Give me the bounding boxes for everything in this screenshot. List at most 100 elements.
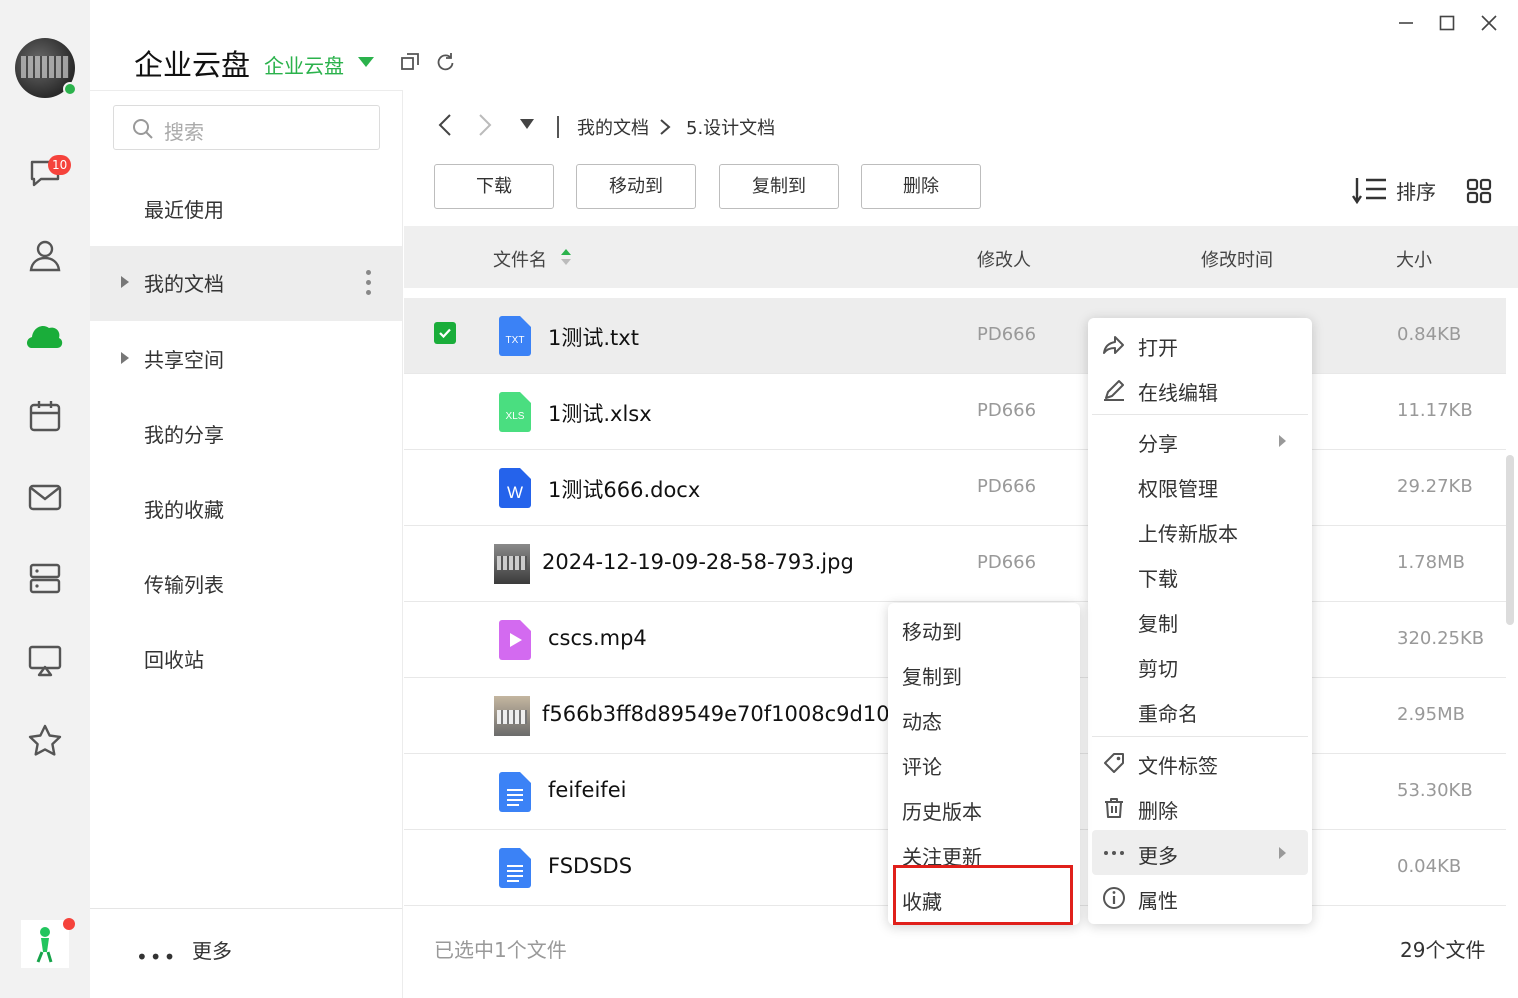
minimize-icon[interactable] [1393,10,1419,36]
submenu-arrow-icon [1279,847,1286,859]
menu-item-open[interactable]: 打开 [1088,322,1312,367]
xlsx-file-icon: XLS [499,392,531,432]
nav-item-label: 共享空间 [144,348,224,372]
submenu-item-activity[interactable]: 动态 [888,696,1080,741]
highlight-box [893,865,1073,925]
file-modifier: PD666 [977,400,1037,421]
expand-caret-icon[interactable] [121,276,129,288]
screen-share-icon[interactable] [25,640,65,680]
nav-item-label: 传输列表 [144,573,224,597]
column-header-modifier[interactable]: 修改人 [977,246,1031,272]
document-file-icon [499,772,531,812]
breadcrumb-item[interactable]: 5.设计文档 [686,114,775,140]
maximize-icon[interactable] [1434,10,1460,36]
copy-to-button[interactable]: 复制到 [719,164,839,209]
file-name[interactable]: 1测试.txt [548,322,639,352]
breadcrumb-item[interactable]: 我的文档 [577,114,649,140]
menu-item-more[interactable]: 更多 [1092,830,1308,875]
nav-item-label: 我的文档 [144,272,224,296]
workbench-icon[interactable] [25,558,65,598]
nav-item-transfer-list[interactable]: 传输列表 [90,547,402,622]
submenu-item-version-history[interactable]: 历史版本 [888,786,1080,831]
file-name[interactable]: FSDSDS [548,854,632,878]
delete-button[interactable]: 删除 [861,164,981,209]
menu-item-permissions[interactable]: 权限管理 [1088,463,1312,508]
mini-app-icon[interactable] [21,918,75,968]
menu-item-copy[interactable]: 复制 [1088,598,1312,643]
video-file-icon [499,620,531,660]
kebab-menu-icon[interactable] [364,270,372,298]
submenu-item-copy-to[interactable]: 复制到 [888,651,1080,696]
context-menu: 打开 在线编辑 分享 权限管理 上传新版本 下载 复制 剪切 重命名 文件标签 … [1088,318,1312,924]
submenu-item-comments[interactable]: 评论 [888,741,1080,786]
table-row[interactable]: 2024-12-19-09-28-58-793.jpg PD666 1.78MB [404,526,1506,602]
expand-caret-icon[interactable] [121,352,129,364]
grid-view-icon[interactable] [1466,178,1492,204]
image-thumbnail [494,696,530,736]
file-name[interactable]: feifeifei [548,778,626,802]
refresh-icon[interactable] [436,52,456,72]
space-switcher[interactable]: 企业云盘 [264,50,344,79]
sort-label[interactable]: 排序 [1396,176,1436,205]
word-file-icon: W [499,468,531,508]
cloud-drive-icon[interactable] [25,316,65,356]
menu-item-online-edit[interactable]: 在线编辑 [1088,367,1312,412]
close-icon[interactable] [1476,10,1502,36]
table-row[interactable]: TXT 1测试.txt PD666 0.84KB [404,298,1506,374]
submenu-item-move-to[interactable]: 移动到 [888,606,1080,651]
mail-icon[interactable] [25,477,65,517]
open-window-icon[interactable] [400,52,420,72]
nav-item-my-shares[interactable]: 我的分享 [90,397,402,472]
file-name[interactable]: cscs.mp4 [548,626,647,650]
menu-item-file-tags[interactable]: 文件标签 [1088,740,1312,785]
trash-icon [1102,796,1126,820]
nav-item-my-documents[interactable]: 我的文档 [90,246,402,321]
image-thumbnail [494,544,530,584]
caret-down-icon[interactable] [357,56,375,68]
contacts-icon[interactable] [25,235,65,275]
file-name[interactable]: 1测试666.docx [548,474,700,504]
file-name[interactable]: f566b3ff8d89549e70f1008c9d10... [542,702,910,726]
download-button[interactable]: 下载 [434,164,554,209]
file-name[interactable]: 1测试.xlsx [548,398,652,428]
row-checkbox[interactable] [434,322,456,344]
sort-icon[interactable] [1352,176,1388,204]
back-arrow-icon[interactable] [436,113,456,137]
tag-icon [1102,751,1126,775]
nav-item-shared-space[interactable]: 共享空间 [90,322,402,397]
forward-arrow-icon[interactable] [474,113,494,137]
file-size: 29.27KB [1397,476,1473,497]
nav-item-recent[interactable]: 最近使用 [90,172,402,247]
sort-toggle-icon[interactable] [560,248,572,266]
more-dots-icon: ••• [136,945,178,969]
nav-item-recycle-bin[interactable]: 回收站 [90,622,402,697]
info-icon [1102,886,1126,910]
nav-more-button[interactable]: ••• 更多 [90,908,402,986]
table-row[interactable]: W 1测试666.docx PD666 29.27KB [404,450,1506,526]
file-name[interactable]: 2024-12-19-09-28-58-793.jpg [542,550,854,574]
column-header-size[interactable]: 大小 [1396,246,1432,272]
favorites-star-icon[interactable] [25,721,65,761]
selection-status: 已选中1个文件 [434,938,567,962]
vertical-scrollbar[interactable] [1506,455,1514,625]
column-header-modified-time[interactable]: 修改时间 [1201,246,1273,272]
menu-item-download[interactable]: 下载 [1088,553,1312,598]
menu-item-upload-new-version[interactable]: 上传新版本 [1088,508,1312,553]
file-size: 11.17KB [1397,400,1473,421]
file-size: 1.78MB [1397,552,1465,573]
menu-item-share[interactable]: 分享 [1088,418,1312,463]
nav-item-my-favorites[interactable]: 我的收藏 [90,472,402,547]
table-row[interactable]: XLS 1测试.xlsx PD666 11.17KB [404,374,1506,450]
file-size: 53.30KB [1397,780,1473,801]
menu-item-properties[interactable]: 属性 [1088,875,1312,920]
column-header-name[interactable]: 文件名 [493,246,547,272]
move-to-button[interactable]: 移动到 [576,164,696,209]
history-dropdown-icon[interactable] [519,118,535,130]
calendar-icon[interactable] [25,396,65,436]
menu-item-delete[interactable]: 删除 [1088,785,1312,830]
breadcrumb-divider [557,116,559,138]
search-input[interactable]: 搜索 [113,105,380,150]
file-modifier: PD666 [977,476,1037,497]
menu-item-rename[interactable]: 重命名 [1088,688,1312,733]
menu-item-cut[interactable]: 剪切 [1088,643,1312,688]
